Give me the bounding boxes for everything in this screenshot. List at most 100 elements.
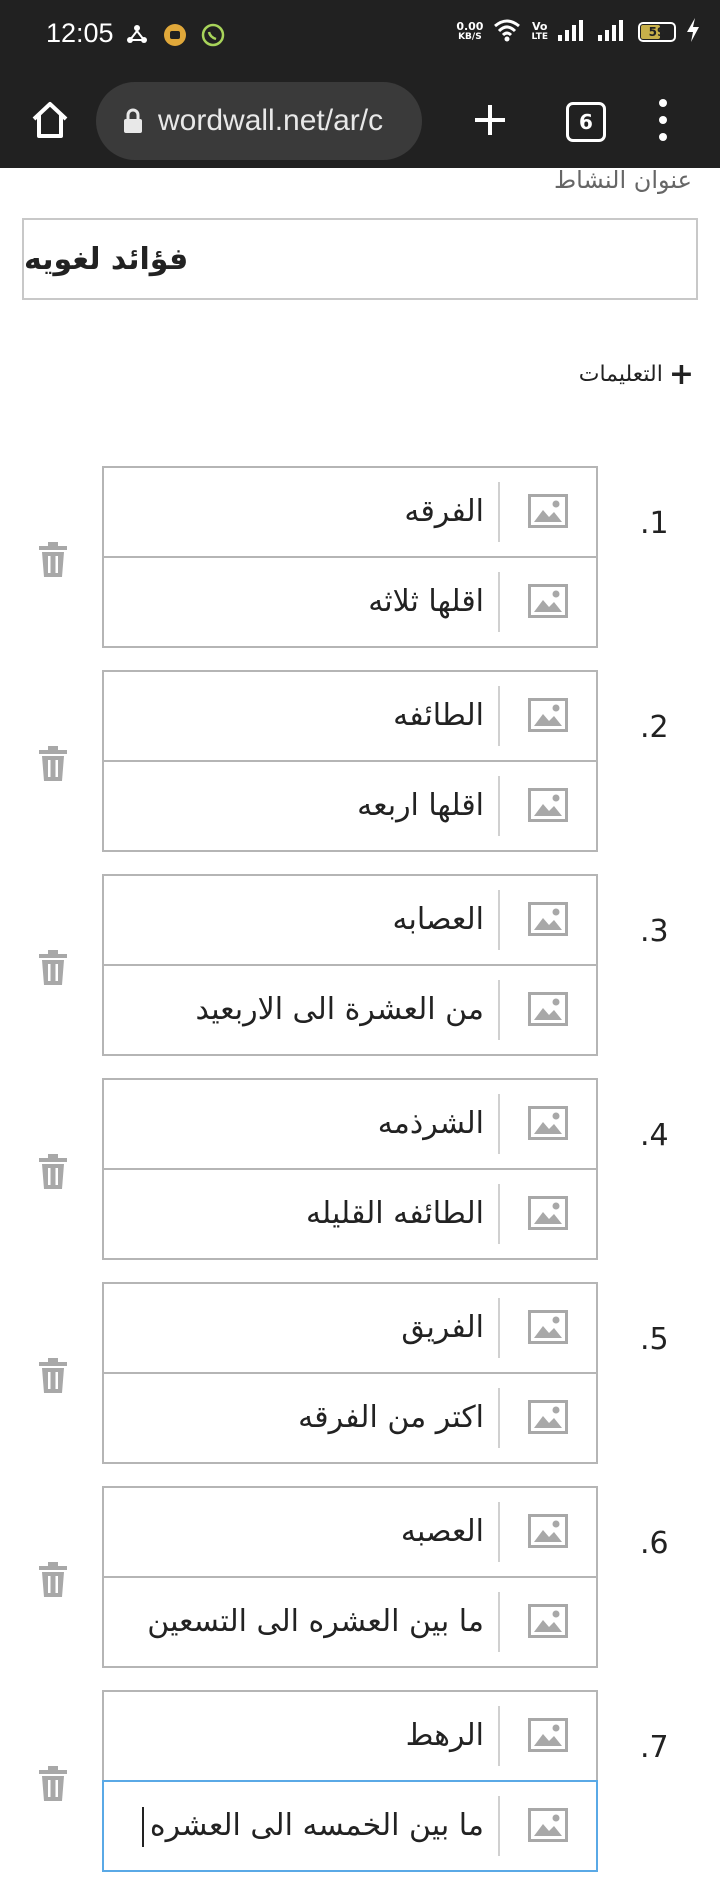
item-number: .6 xyxy=(640,1526,669,1561)
keyword-text: العصبه xyxy=(400,1514,484,1549)
definition-field[interactable]: الطائفه القليله xyxy=(102,1168,598,1260)
charging-icon xyxy=(686,18,700,46)
item-fields: العصابه من العشرة الى الاربعيد xyxy=(102,874,598,1056)
definition-text: ما بين العشره الى التسعين xyxy=(147,1604,484,1639)
url-text: wordwall.net/ar/c xyxy=(158,104,384,137)
image-icon[interactable] xyxy=(528,1196,568,1230)
list-item-3: .3 العصابه من العشرة الى الاربعيد xyxy=(0,874,720,1078)
volte-top: Vo xyxy=(531,20,548,33)
divider xyxy=(498,1706,500,1766)
tabs-button[interactable]: 6 xyxy=(566,102,606,142)
keyword-field[interactable]: الطائفه xyxy=(102,670,598,762)
divider xyxy=(498,1388,500,1448)
keyword-field[interactable]: الرهط xyxy=(102,1690,598,1782)
trash-icon[interactable] xyxy=(38,1358,68,1394)
definition-text: اقلها ثلاثه xyxy=(368,584,484,619)
image-icon[interactable] xyxy=(528,584,568,618)
instructions-toggle[interactable]: + التعليمات xyxy=(578,359,694,389)
definition-text: الطائفه القليله xyxy=(305,1196,484,1231)
definition-field[interactable]: اقلها اربعه xyxy=(102,760,598,852)
definition-field[interactable]: ما بين العشره الى التسعين xyxy=(102,1576,598,1668)
image-icon[interactable] xyxy=(528,1106,568,1140)
list-item-2: .2 الطائفه اقلها اربعه xyxy=(0,670,720,874)
trash-icon[interactable] xyxy=(38,542,68,578)
divider xyxy=(498,572,500,632)
whatsapp-icon xyxy=(200,22,226,48)
item-fields: الفريق اكتر من الفرقه xyxy=(102,1282,598,1464)
keyword-text: الرهط xyxy=(405,1718,484,1753)
image-icon[interactable] xyxy=(528,1808,568,1842)
net-speed: 0.00 KB/S xyxy=(456,21,483,43)
definition-field[interactable]: ما بين الخمسه الى العشره xyxy=(102,1780,598,1872)
trash-icon[interactable] xyxy=(38,746,68,782)
divider xyxy=(498,1502,500,1562)
list-item-5: .5 الفريق اكتر من الفرقه xyxy=(0,1282,720,1486)
divider xyxy=(498,890,500,950)
keyword-field[interactable]: الشرذمه xyxy=(102,1078,598,1170)
definition-text: ما بين الخمسه الى العشره xyxy=(141,1782,484,1870)
lock-icon xyxy=(124,108,142,133)
divider xyxy=(498,1094,500,1154)
image-icon[interactable] xyxy=(528,1514,568,1548)
image-icon[interactable] xyxy=(528,698,568,732)
trash-icon[interactable] xyxy=(38,1562,68,1598)
net-speed-unit: KB/S xyxy=(458,32,482,42)
battery-level: 59 xyxy=(648,25,666,39)
divider xyxy=(498,776,500,836)
app-notification-icon xyxy=(162,22,188,48)
trash-icon[interactable] xyxy=(38,1154,68,1190)
activity-title-input[interactable]: فؤائد لغويه xyxy=(22,218,698,300)
instructions-label: التعليمات xyxy=(578,362,663,387)
item-fields: الفرقه اقلها ثلاثه xyxy=(102,466,598,648)
status-bar: 12:05 0.00 KB/S Vo LTE 59 xyxy=(0,0,720,72)
image-icon[interactable] xyxy=(528,1604,568,1638)
browser-toolbar: wordwall.net/ar/c 6 xyxy=(0,72,720,168)
keyword-text: العصابه xyxy=(392,902,484,937)
item-number: .7 xyxy=(640,1730,669,1765)
divider xyxy=(498,482,500,542)
status-right-icons: 0.00 KB/S Vo LTE 59 xyxy=(456,18,700,46)
keyword-field[interactable]: الفرقه xyxy=(102,466,598,558)
item-number: .1 xyxy=(640,506,669,541)
plus-icon xyxy=(475,105,505,135)
item-fields: الطائفه اقلها اربعه xyxy=(102,670,598,852)
image-icon[interactable] xyxy=(528,1718,568,1752)
divider xyxy=(498,1184,500,1244)
definition-field[interactable]: اقلها ثلاثه xyxy=(102,556,598,648)
item-number: .4 xyxy=(640,1118,669,1153)
net-speed-value: 0.00 xyxy=(456,20,484,33)
definition-text: اقلها اربعه xyxy=(357,788,484,823)
volte-indicator: Vo LTE xyxy=(531,21,548,43)
trash-icon[interactable] xyxy=(38,1766,68,1802)
new-tab-button[interactable] xyxy=(462,92,518,148)
definition-field[interactable]: من العشرة الى الاربعيد xyxy=(102,964,598,1056)
signal-icon xyxy=(558,19,588,45)
volte-bottom: LTE xyxy=(531,32,548,42)
trash-icon[interactable] xyxy=(38,950,68,986)
item-fields: العصبه ما بين العشره الى التسعين xyxy=(102,1486,598,1668)
divider xyxy=(498,1796,500,1856)
url-bar[interactable]: wordwall.net/ar/c xyxy=(96,82,422,160)
definition-field[interactable]: اكتر من الفرقه xyxy=(102,1372,598,1464)
definition-text: من العشرة الى الاربعيد xyxy=(195,992,484,1027)
keyword-field[interactable]: الفريق xyxy=(102,1282,598,1374)
divider xyxy=(498,686,500,746)
keyword-field[interactable]: العصبه xyxy=(102,1486,598,1578)
divider xyxy=(498,1298,500,1358)
activity-title-label: عنوان النشاط xyxy=(553,166,692,194)
notification-icons xyxy=(124,22,226,48)
image-icon[interactable] xyxy=(528,1310,568,1344)
image-icon[interactable] xyxy=(528,788,568,822)
keyword-field[interactable]: العصابه xyxy=(102,874,598,966)
sync-icon xyxy=(124,22,150,48)
keyword-text: الشرذمه xyxy=(377,1106,484,1141)
image-icon[interactable] xyxy=(528,494,568,528)
more-vert-icon[interactable] xyxy=(648,92,678,148)
image-icon[interactable] xyxy=(528,902,568,936)
keyword-text: الطائفه xyxy=(393,698,484,733)
list-item-4: .4 الشرذمه الطائفه القليله xyxy=(0,1078,720,1282)
image-icon[interactable] xyxy=(528,1400,568,1434)
image-icon[interactable] xyxy=(528,992,568,1026)
home-button[interactable] xyxy=(22,92,78,148)
divider xyxy=(498,980,500,1040)
